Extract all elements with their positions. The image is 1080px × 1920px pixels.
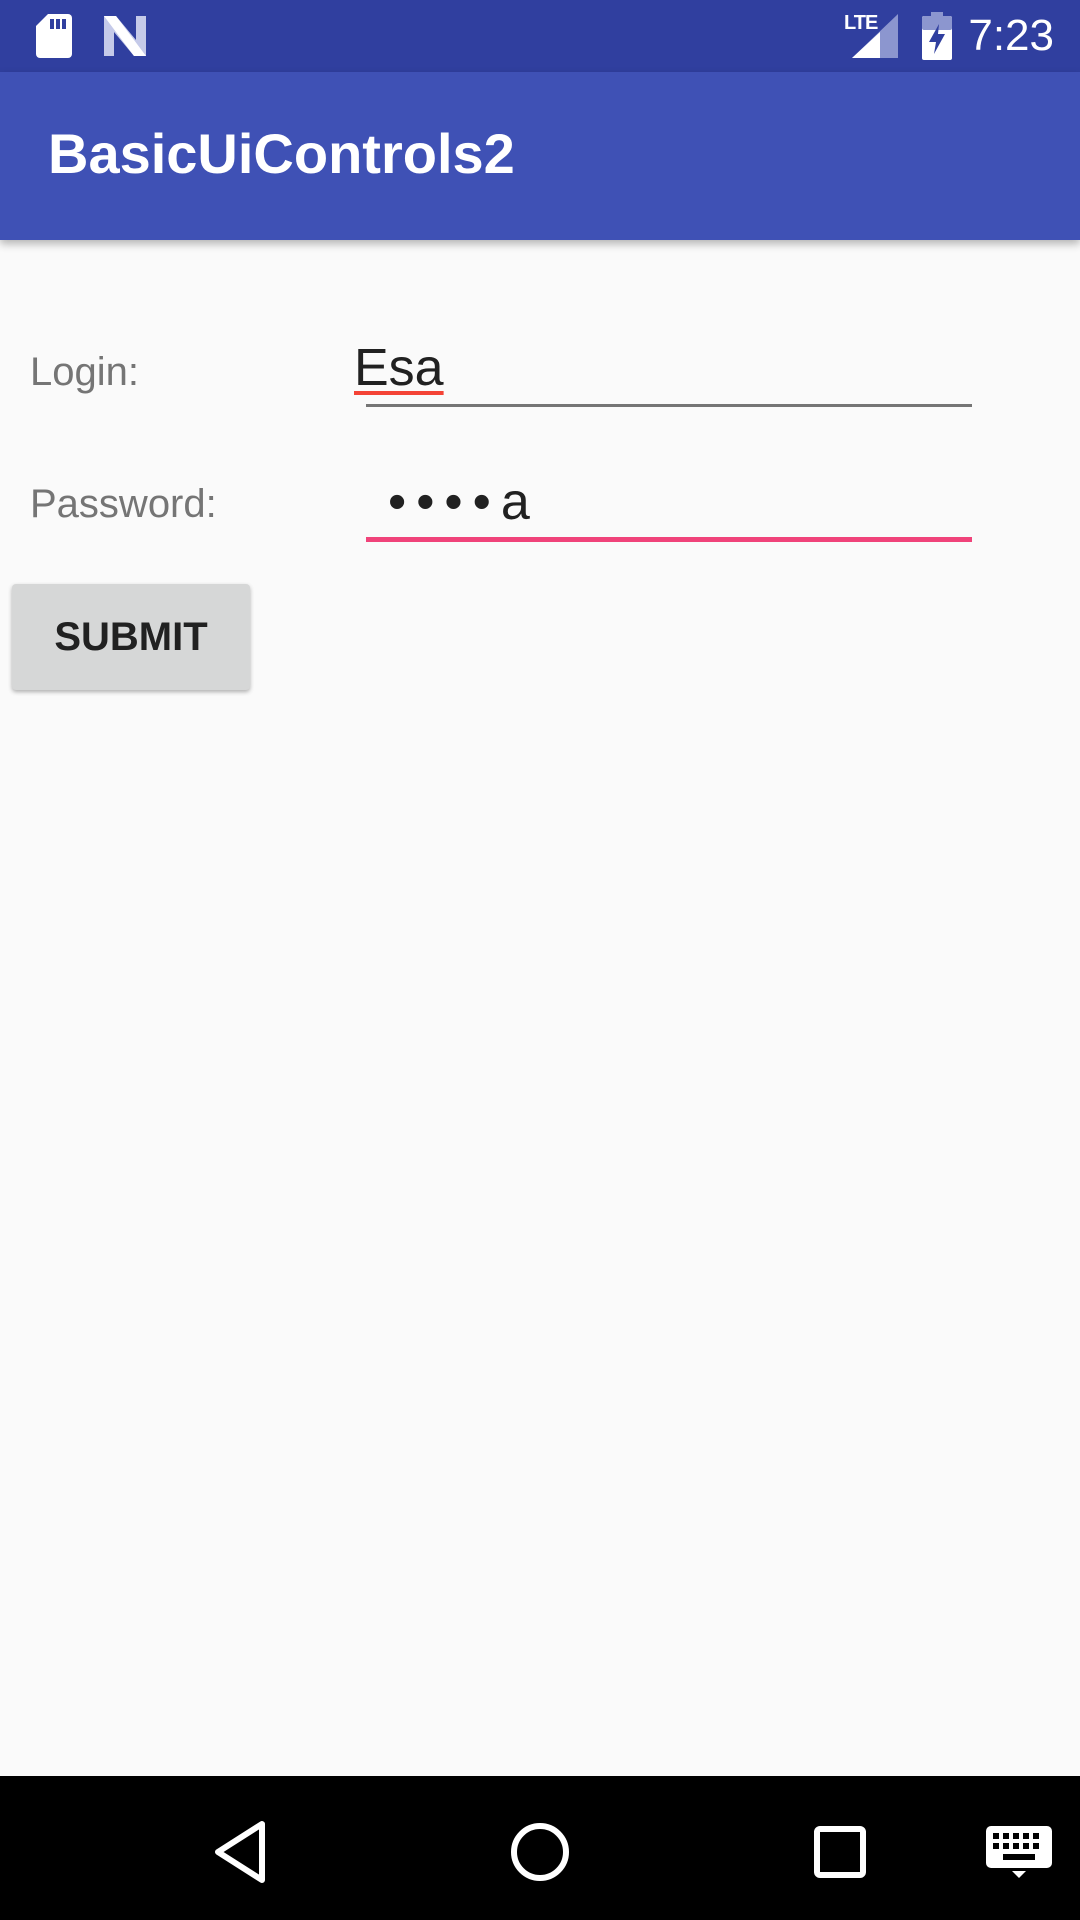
login-input-underline	[366, 404, 972, 407]
login-label: Login:	[30, 350, 139, 394]
sd-card-icon	[36, 14, 72, 58]
clock: 7:23	[968, 11, 1054, 60]
submit-button[interactable]: SUBMIT	[12, 584, 250, 690]
password-input-value: ••••a	[388, 473, 540, 531]
password-input[interactable]: ••••a	[366, 470, 972, 542]
keyboard-icon[interactable]	[986, 1826, 1052, 1878]
app-bar: BasicUiControls2	[0, 72, 1080, 240]
login-input-value: Esa	[354, 339, 444, 397]
navigation-bar	[0, 1776, 1080, 1920]
status-bar: LTE 7:23	[0, 0, 1080, 72]
home-icon[interactable]	[504, 1816, 576, 1888]
password-label: Password:	[30, 482, 217, 526]
screen: LTE 7:23 BasicUiControls2 Login: Esa Pas…	[0, 0, 1080, 1920]
app-title: BasicUiControls2	[48, 122, 515, 185]
login-input[interactable]: Esa	[354, 336, 972, 408]
back-icon[interactable]	[204, 1816, 276, 1888]
battery-charging-icon	[922, 12, 952, 60]
password-input-underline	[366, 537, 972, 542]
n-logo-icon	[104, 16, 146, 56]
signal-icon	[852, 14, 898, 58]
recents-icon[interactable]	[804, 1816, 876, 1888]
